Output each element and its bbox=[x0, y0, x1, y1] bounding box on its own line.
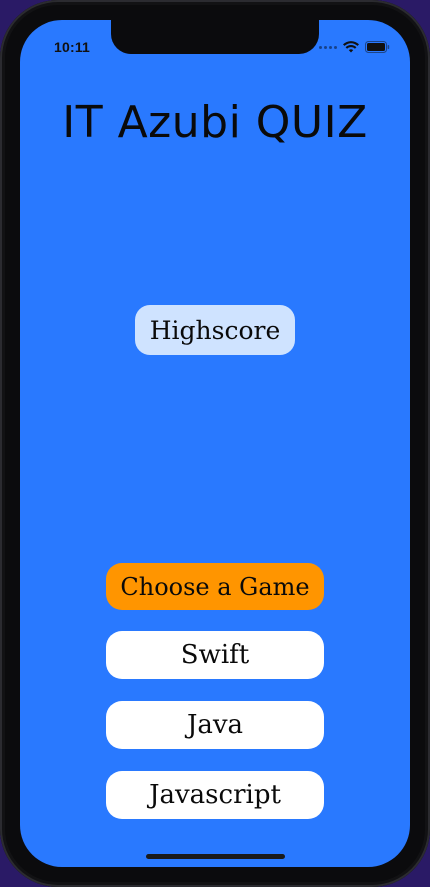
page-title: IT Azubi QUIZ bbox=[62, 97, 368, 148]
highscore-button[interactable]: Highscore bbox=[135, 305, 295, 355]
status-icons bbox=[319, 40, 390, 54]
cellular-dots-icon bbox=[319, 45, 337, 49]
app-screen: 10:11 IT Azubi QUIZ Highscore Choose a G… bbox=[20, 20, 410, 867]
battery-icon bbox=[365, 41, 390, 53]
phone-frame: 10:11 IT Azubi QUIZ Highscore Choose a G… bbox=[0, 0, 430, 887]
choose-game-button[interactable]: Choose a Game bbox=[106, 563, 324, 610]
wifi-icon bbox=[343, 41, 359, 53]
status-time: 10:11 bbox=[54, 39, 91, 55]
game-button-javascript[interactable]: Javascript bbox=[106, 771, 324, 819]
game-button-swift[interactable]: Swift bbox=[106, 631, 324, 679]
game-button-java[interactable]: Java bbox=[106, 701, 324, 749]
device-notch bbox=[111, 20, 319, 54]
home-indicator bbox=[146, 854, 285, 859]
